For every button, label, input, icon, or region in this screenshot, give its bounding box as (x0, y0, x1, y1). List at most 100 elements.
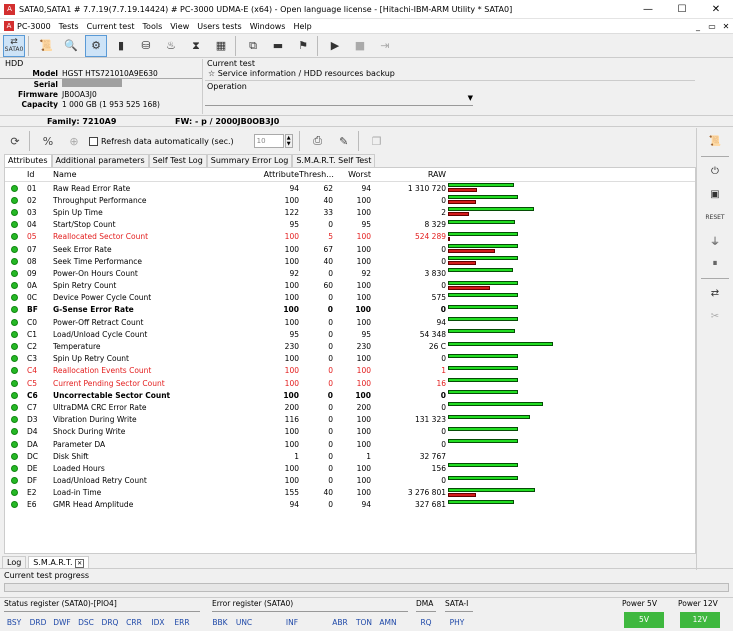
hdd-tool-icon[interactable]: ▬ (267, 35, 289, 57)
table-row[interactable]: C1 Load/Unload Cycle Count 95 0 95 54 348 (5, 328, 695, 340)
device-icon[interactable]: ▣ (697, 183, 733, 206)
refresh-icon[interactable]: ⟳ (4, 130, 26, 152)
col-threshold[interactable]: Thresh... (299, 170, 334, 179)
col-name[interactable]: Name (53, 170, 257, 179)
flag-phy: PHY (449, 618, 465, 627)
table-row[interactable]: 05 Reallocated Sector Count 100 5 100 524 289 (5, 231, 695, 243)
percent-icon[interactable]: % (37, 130, 59, 152)
cell-name: Reallocated Sector Count (53, 232, 149, 242)
chip-tool-icon[interactable]: ▮ (110, 35, 132, 57)
scroll-tool-icon[interactable]: 📜 (35, 35, 57, 57)
cell-raw: 131 323 (414, 415, 446, 425)
scroll-icon[interactable]: 📜 (697, 130, 733, 153)
spinner-arrows-icon[interactable]: ▲ ▼ (284, 134, 293, 148)
table-row[interactable]: DA Parameter DA 100 0 100 0 (5, 438, 695, 450)
tools-icon[interactable]: ✂ (697, 305, 733, 328)
col-attribute[interactable]: Attribute (257, 170, 299, 179)
search-tool-icon[interactable]: 🔍 (60, 35, 82, 57)
table-row[interactable]: DE Loaded Hours 100 0 100 156 (5, 462, 695, 474)
table-row[interactable]: 08 Seek Time Performance 100 40 100 0 (5, 255, 695, 267)
pause-icon[interactable]: ⏸ (697, 252, 733, 275)
power-cycle-icon[interactable]: ⏻ (697, 160, 733, 183)
close-tab-icon[interactable]: ✕ (75, 559, 85, 568)
cell-name: Loaded Hours (53, 463, 105, 473)
menu-help[interactable]: Help (293, 22, 311, 31)
refresh-interval-input[interactable]: 10 (253, 134, 284, 148)
tab-smart-self-test[interactable]: S.M.A.R.T. Self Test (292, 154, 376, 167)
table-row[interactable]: C0 Power-Off Retract Count 100 0 100 94 (5, 316, 695, 328)
cell-worst: 94 (361, 500, 371, 510)
col-id[interactable]: Id (23, 170, 53, 179)
table-row[interactable]: 02 Throughput Performance 100 40 100 0 (5, 194, 695, 206)
table-row[interactable]: C6 Uncorrectable Sector Count 100 0 100 0 (5, 389, 695, 401)
operation-dropdown[interactable]: ▼ (205, 94, 473, 106)
play-icon[interactable]: ▶ (324, 35, 346, 57)
print-icon[interactable]: ⎙ (307, 130, 329, 152)
grid-tool-icon[interactable]: ▦ (210, 35, 232, 57)
reset-icon[interactable]: RESET (697, 206, 733, 229)
cell-raw: 327 681 (414, 500, 446, 510)
close-icon[interactable]: ✕ (699, 4, 733, 15)
sata-port-button[interactable]: ⇄ SATA0 (3, 34, 25, 57)
power-12v-indicator[interactable]: 12V (680, 612, 720, 628)
menu-current-test[interactable]: Current test (87, 22, 135, 31)
jumper-icon[interactable]: ⏚ (697, 229, 733, 252)
walk-tool-icon[interactable]: ⚑ (292, 35, 314, 57)
step-icon[interactable]: ⇥ (374, 35, 396, 57)
save-icon[interactable]: ✎ (333, 130, 355, 152)
tab-smart[interactable]: S.M.A.R.T. ✕ (28, 556, 90, 568)
hourglass-tool-icon[interactable]: ⧗ (185, 35, 207, 57)
minimize-icon[interactable]: — (631, 4, 665, 15)
table-row[interactable]: C5 Current Pending Sector Count 100 0 100 16 (5, 377, 695, 389)
port-switch-icon[interactable]: ⇄ (697, 282, 733, 305)
table-row[interactable]: 01 Raw Read Error Rate 94 62 94 1 310 720 (5, 182, 695, 194)
table-row[interactable]: 03 Spin Up Time 122 33 100 2 (5, 206, 695, 218)
table-row[interactable]: 07 Seek Error Rate 100 67 100 0 (5, 243, 695, 255)
stack-tool-icon[interactable]: ♨ (160, 35, 182, 57)
table-row[interactable]: 0A Spin Retry Count 100 60 100 0 (5, 280, 695, 292)
table-row[interactable]: D3 Vibration During Write 116 0 100 131 323 (5, 414, 695, 426)
table-row[interactable]: DF Load/Unload Retry Count 100 0 100 0 (5, 475, 695, 487)
menu-tests[interactable]: Tests (59, 22, 79, 31)
child-close-icon[interactable]: ✕ (719, 22, 733, 31)
table-row[interactable]: 0C Device Power Cycle Count 100 0 100 575 (5, 292, 695, 304)
cell-id: 07 (27, 244, 37, 254)
table-row[interactable]: D4 Shock During Write 100 0 100 0 (5, 426, 695, 438)
child-minimize-icon[interactable]: _ (691, 22, 705, 31)
disk-tool-icon[interactable]: ⛁ (135, 35, 157, 57)
table-row[interactable]: C3 Spin Up Retry Count 100 0 100 0 (5, 353, 695, 365)
menu-view[interactable]: View (170, 22, 189, 31)
menu-pc3000[interactable]: PC-3000 (17, 22, 51, 31)
copy-tool-icon[interactable]: ⧉ (242, 35, 264, 57)
copy-icon[interactable]: ❐ (366, 130, 388, 152)
col-worst[interactable]: Worst (333, 170, 371, 179)
smart-tool-icon[interactable]: ⚙ (85, 34, 107, 57)
menu-windows[interactable]: Windows (250, 22, 286, 31)
cell-id: C1 (27, 329, 38, 339)
table-row[interactable]: E2 Load-in Time 155 40 100 3 276 801 (5, 487, 695, 499)
table-row[interactable]: E6 GMR Head Amplitude 94 0 94 327 681 (5, 499, 695, 511)
tab-self-test-log[interactable]: Self Test Log (148, 154, 207, 167)
table-row[interactable]: BF G-Sense Error Rate 100 0 100 0 (5, 304, 695, 316)
power-5v-indicator[interactable]: 5V (624, 612, 664, 628)
child-restore-icon[interactable]: ▭ (705, 22, 719, 31)
tab-log[interactable]: Log (2, 556, 27, 568)
tab-summary-error-log[interactable]: Summary Error Log (206, 154, 293, 167)
table-row[interactable]: 09 Power-On Hours Count 92 0 92 3 830 (5, 267, 695, 279)
maximize-icon[interactable]: ☐ (665, 4, 699, 15)
menu-tools[interactable]: Tools (143, 22, 163, 31)
table-row[interactable]: DC Disk Shift 1 0 1 32 767 (5, 450, 695, 462)
table-row[interactable]: C4 Reallocation Events Count 100 0 100 1 (5, 365, 695, 377)
sidebar-separator (701, 156, 729, 157)
tab-additional-parameters[interactable]: Additional parameters (51, 154, 149, 167)
tab-attributes[interactable]: Attributes (4, 154, 52, 168)
add-icon[interactable]: ⊕ (63, 130, 85, 152)
table-row[interactable]: 04 Start/Stop Count 95 0 95 8 329 (5, 219, 695, 231)
status-dot-icon (10, 318, 18, 326)
menu-users-tests[interactable]: Users tests (197, 22, 241, 31)
table-row[interactable]: C2 Temperature 230 0 230 26 C (5, 340, 695, 352)
stop-icon[interactable]: ■ (349, 35, 371, 57)
refresh-auto-checkbox[interactable] (89, 136, 98, 146)
table-row[interactable]: C7 UltraDMA CRC Error Rate 200 0 200 0 (5, 401, 695, 413)
col-raw[interactable]: RAW (371, 170, 446, 179)
